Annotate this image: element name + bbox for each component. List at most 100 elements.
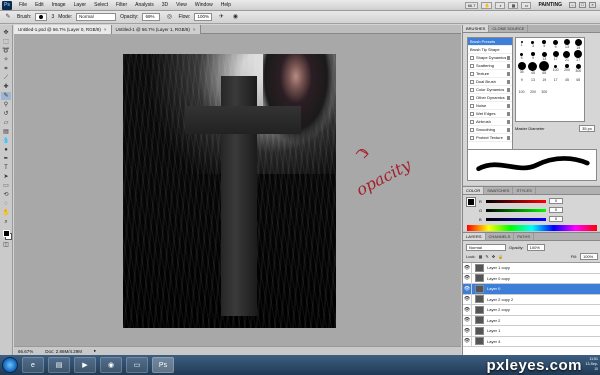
menu-analysis[interactable]: Analysis <box>131 2 158 8</box>
brush-tip[interactable]: 5 <box>542 40 547 48</box>
layer-row[interactable]: 👁 Layer 4 <box>463 336 600 347</box>
brush-tip[interactable]: 19 <box>542 78 546 82</box>
lock-pixels-icon[interactable]: ✎ <box>485 254 488 259</box>
brush-tip[interactable]: 300 <box>575 63 581 73</box>
green-slider[interactable] <box>486 208 546 212</box>
zoom-tool-icon-2[interactable]: ⌕ <box>1 218 11 226</box>
brush-tip[interactable]: 200 <box>530 90 536 94</box>
clone-stamp-tool-icon[interactable]: ⚲ <box>1 101 11 109</box>
menu-view[interactable]: View <box>172 2 191 8</box>
layer-row[interactable]: 👁 Layer 2 copy 2 <box>463 294 600 305</box>
brush-tip[interactable]: 9 <box>553 39 559 49</box>
layer-visibility-eye-icon[interactable]: 👁 <box>463 315 472 326</box>
brush-tip[interactable]: 13 <box>531 78 535 82</box>
layer-row[interactable]: 👁 Layer 1 <box>463 325 600 337</box>
close-tab-icon[interactable]: × <box>104 27 107 32</box>
brush-tip[interactable]: 200 <box>564 64 570 72</box>
brush-setting-checkbox[interactable] <box>470 55 474 60</box>
brush-setting-lock-icon[interactable] <box>507 55 510 60</box>
layer-visibility-eye-icon[interactable]: 👁 <box>463 263 472 273</box>
brush-setting-checkbox[interactable] <box>470 71 474 76</box>
start-button[interactable] <box>2 357 18 373</box>
brush-setting-checkbox[interactable] <box>470 63 474 68</box>
brush-tip[interactable]: 17 <box>554 78 558 82</box>
blue-value-input[interactable]: 0 <box>549 216 563 222</box>
arrange-documents-icon[interactable]: ▦ <box>508 1 519 9</box>
brush-setting-item[interactable]: Other Dynamics <box>468 94 512 102</box>
brush-setting-lock-icon[interactable] <box>507 63 510 68</box>
tab-color[interactable]: COLOR <box>463 187 485 194</box>
tab-layers[interactable]: LAYERS <box>463 233 486 240</box>
layer-row[interactable]: 👁 Layer 0 <box>463 283 600 295</box>
brush-setting-lock-icon[interactable] <box>507 111 510 116</box>
type-tool-icon[interactable]: T <box>1 164 11 172</box>
brush-tip[interactable]: 100 <box>553 64 559 72</box>
hand-tool-icon[interactable]: ✋ <box>481 1 493 9</box>
document-tab-2[interactable]: Untitled-1 @ 66.7% (Layer 1, RGB/8) × <box>111 25 201 34</box>
brush-setting-checkbox[interactable] <box>470 79 474 84</box>
brush-preset-picker[interactable] <box>35 13 48 21</box>
opacity-input[interactable]: 69% <box>142 13 161 21</box>
pen-tool-icon[interactable]: ✒ <box>1 155 11 163</box>
layer-row[interactable]: 👁 Layer 1 copy <box>463 263 600 274</box>
layer-visibility-eye-icon[interactable]: 👁 <box>463 273 472 284</box>
lasso-tool-icon[interactable]: ➰ <box>1 47 11 55</box>
history-brush-tool-icon[interactable]: ↺ <box>1 110 11 118</box>
lock-all-icon[interactable]: 🔒 <box>498 254 503 259</box>
taskbar-explorer-icon[interactable]: ▤ <box>48 357 70 373</box>
brush-setting-lock-icon[interactable] <box>507 135 510 140</box>
system-clock[interactable]: 11:51 13-Sep-10 <box>582 357 598 372</box>
green-value-input[interactable]: 0 <box>549 207 563 213</box>
mode-select[interactable]: Normal <box>76 13 117 21</box>
brush-tip[interactable]: 13 <box>563 39 570 49</box>
marquee-tool-icon[interactable]: ⬚ <box>1 38 11 46</box>
layer-visibility-eye-icon[interactable]: 👁 <box>463 304 472 315</box>
zoom-level-select[interactable]: 66.7 <box>464 1 479 9</box>
brush-tip[interactable]: 3 <box>531 40 535 48</box>
lock-position-icon[interactable]: ✥ <box>492 254 495 259</box>
blue-slider[interactable] <box>486 217 546 221</box>
blend-mode-select[interactable]: Normal <box>466 243 506 251</box>
red-slider[interactable] <box>486 199 546 203</box>
status-arrow-icon[interactable]: ▸ <box>94 348 96 354</box>
brush-setting-lock-icon[interactable] <box>507 87 510 92</box>
airbrush-icon[interactable]: ✈ <box>216 13 226 21</box>
hand-tool-icon-2[interactable]: ✋ <box>1 209 11 217</box>
healing-brush-tool-icon[interactable]: ✚ <box>1 83 11 91</box>
brush-tip[interactable]: 13 <box>541 51 547 61</box>
brush-tip[interactable]: 19 <box>574 38 582 50</box>
tab-swatches[interactable]: SWATCHES <box>484 187 514 194</box>
layer-visibility-eye-icon[interactable]: 👁 <box>463 294 472 305</box>
tablet-pressure-opacity-icon[interactable]: ◎ <box>164 13 174 21</box>
taskbar-folder-icon[interactable]: ▭ <box>126 357 148 373</box>
brush-tip[interactable]: 100 <box>519 90 525 94</box>
zoom-tool-icon[interactable]: ⌕ <box>495 1 506 9</box>
tab-styles[interactable]: STYLES <box>513 187 536 194</box>
image-canvas[interactable] <box>123 54 336 328</box>
brush-setting-checkbox[interactable] <box>470 119 474 124</box>
brush-tip[interactable]: 65 <box>539 61 550 75</box>
master-diameter-input[interactable]: 35 px <box>579 125 595 132</box>
brush-setting-checkbox[interactable] <box>470 87 474 92</box>
gradient-tool-icon[interactable]: ▤ <box>1 128 11 136</box>
brush-tip[interactable]: 45 <box>528 61 538 75</box>
brush-tip[interactable]: 21 <box>563 50 571 62</box>
brush-setting-lock-icon[interactable] <box>507 79 510 84</box>
brush-tip[interactable]: 65 <box>576 78 580 82</box>
layer-row[interactable]: 👁 Layer 0 copy <box>463 273 600 284</box>
eyedropper-tool-icon[interactable]: ⟋ <box>1 74 11 82</box>
menu-help[interactable]: Help <box>217 2 235 8</box>
workspace-label[interactable]: PAINTING <box>534 2 566 8</box>
brush-setting-checkbox[interactable] <box>470 111 474 116</box>
foreground-color-swatch[interactable] <box>2 230 10 237</box>
brush-setting-lock-icon[interactable] <box>507 71 510 76</box>
menu-filter[interactable]: Filter <box>112 2 131 8</box>
brush-setting-item[interactable]: Protect Texture <box>468 134 512 142</box>
3d-orbit-tool-icon[interactable]: ◌ <box>1 200 11 208</box>
layer-visibility-eye-icon[interactable]: 👁 <box>463 283 472 294</box>
close-tab-icon[interactable]: × <box>193 27 196 32</box>
move-tool-icon[interactable]: ✥ <box>1 29 11 37</box>
document-tab-1[interactable]: Untitled-1.psd @ 66.7% (Layer 0, RGB/8) × <box>14 25 112 34</box>
menu-edit[interactable]: Edit <box>31 2 48 8</box>
maximize-icon[interactable]: □ <box>579 2 586 8</box>
